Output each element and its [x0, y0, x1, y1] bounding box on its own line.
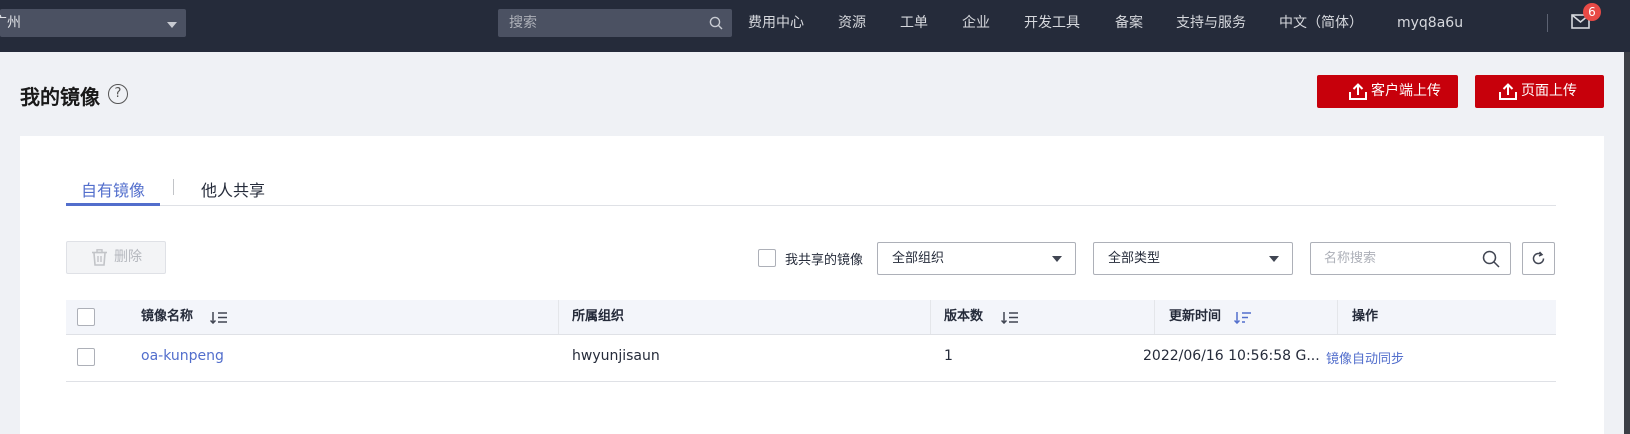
nav-enterprise[interactable]: 企业: [962, 0, 990, 46]
global-search-input[interactable]: 搜索: [498, 9, 732, 37]
col-image-name: 镜像名称: [141, 309, 194, 324]
auto-sync-link[interactable]: 镜像自动同步: [1326, 348, 1404, 367]
chevron-down-icon: [167, 22, 177, 28]
sort-desc-icon[interactable]: [1234, 311, 1252, 324]
sort-icon[interactable]: [210, 311, 228, 324]
col-versions: 版本数: [944, 309, 984, 324]
delete-button[interactable]: 删除: [66, 241, 166, 274]
refresh-icon: [1532, 251, 1545, 265]
page-upload-label: 页面上传: [1521, 83, 1577, 99]
nav-dev-tools[interactable]: 开发工具: [1024, 0, 1080, 46]
type-select-value: 全部类型: [1108, 251, 1161, 266]
nav-billing[interactable]: 费用中心: [748, 0, 804, 46]
chevron-down-icon: [1269, 256, 1279, 262]
tabs-divider: [66, 205, 1556, 206]
org-select[interactable]: 全部组织: [877, 242, 1076, 275]
scrollbar[interactable]: [1624, 52, 1630, 434]
tab-separator: [173, 179, 174, 195]
tab-own-images[interactable]: 自有镜像: [81, 177, 145, 201]
search-icon[interactable]: [1482, 250, 1500, 268]
region-selector[interactable]: 广州: [0, 9, 186, 37]
trash-icon: [92, 249, 107, 266]
help-icon[interactable]: ?: [108, 84, 128, 104]
region-label: 广州: [0, 15, 21, 31]
sort-icon[interactable]: [1001, 311, 1019, 324]
image-updated: 2022/06/16 10:56:58 G...: [1143, 348, 1320, 364]
row-checkbox[interactable]: [77, 348, 95, 366]
nav-username[interactable]: myq8a6u: [1397, 0, 1463, 46]
client-upload-button[interactable]: 客户端上传: [1317, 75, 1458, 108]
nav-filing[interactable]: 备案: [1115, 0, 1143, 46]
nav-tickets[interactable]: 工单: [900, 0, 928, 46]
col-updated: 更新时间: [1169, 309, 1222, 324]
table-row-border: [66, 381, 1556, 382]
name-search-input[interactable]: [1312, 244, 1472, 273]
nav-resources[interactable]: 资源: [838, 0, 866, 46]
image-name-link[interactable]: oa-kunpeng: [141, 348, 224, 364]
page-upload-button[interactable]: 页面上传: [1475, 75, 1604, 108]
col-actions: 操作: [1352, 309, 1379, 324]
upload-icon: [1499, 83, 1517, 100]
my-shared-checkbox[interactable]: [758, 249, 776, 267]
my-shared-label: 我共享的镜像: [785, 253, 864, 268]
column-divider: [1337, 300, 1338, 334]
column-divider: [930, 300, 931, 334]
tab-shared-images[interactable]: 他人共享: [201, 177, 265, 201]
image-org: hwyunjisaun: [572, 348, 660, 364]
table-header-border: [66, 334, 1556, 335]
col-org: 所属组织: [572, 309, 625, 324]
type-select[interactable]: 全部类型: [1093, 242, 1293, 275]
notification-badge: 6: [1583, 3, 1601, 21]
chevron-down-icon: [1052, 256, 1062, 262]
search-icon: [709, 16, 723, 30]
delete-label: 删除: [114, 249, 142, 265]
global-search-placeholder: 搜索: [509, 15, 537, 31]
page-title: 我的镜像: [20, 85, 100, 109]
column-divider: [558, 300, 559, 334]
name-search-box: [1310, 242, 1511, 275]
images-card: 自有镜像 他人共享 删除 我共享的镜像 全部组织 全部类型 名称搜索 镜像名称 …: [20, 136, 1604, 434]
nav-support[interactable]: 支持与服务: [1176, 0, 1246, 46]
top-nav-bar: 广州 搜索 费用中心 资源 工单 企业 开发工具 备案 支持与服务 中文（简体）…: [0, 0, 1630, 52]
upload-icon: [1349, 83, 1367, 100]
image-versions: 1: [944, 348, 953, 364]
active-tab-indicator: [66, 203, 160, 206]
table-header: 镜像名称 所属组织 版本数 更新时间 操作: [66, 300, 1556, 334]
select-all-checkbox[interactable]: [77, 308, 95, 326]
client-upload-label: 客户端上传: [1371, 83, 1441, 99]
nav-divider: [1547, 14, 1548, 32]
org-select-value: 全部组织: [892, 251, 945, 266]
column-divider: [1154, 300, 1155, 334]
nav-language[interactable]: 中文（简体）: [1279, 0, 1363, 46]
refresh-button[interactable]: [1522, 242, 1555, 275]
